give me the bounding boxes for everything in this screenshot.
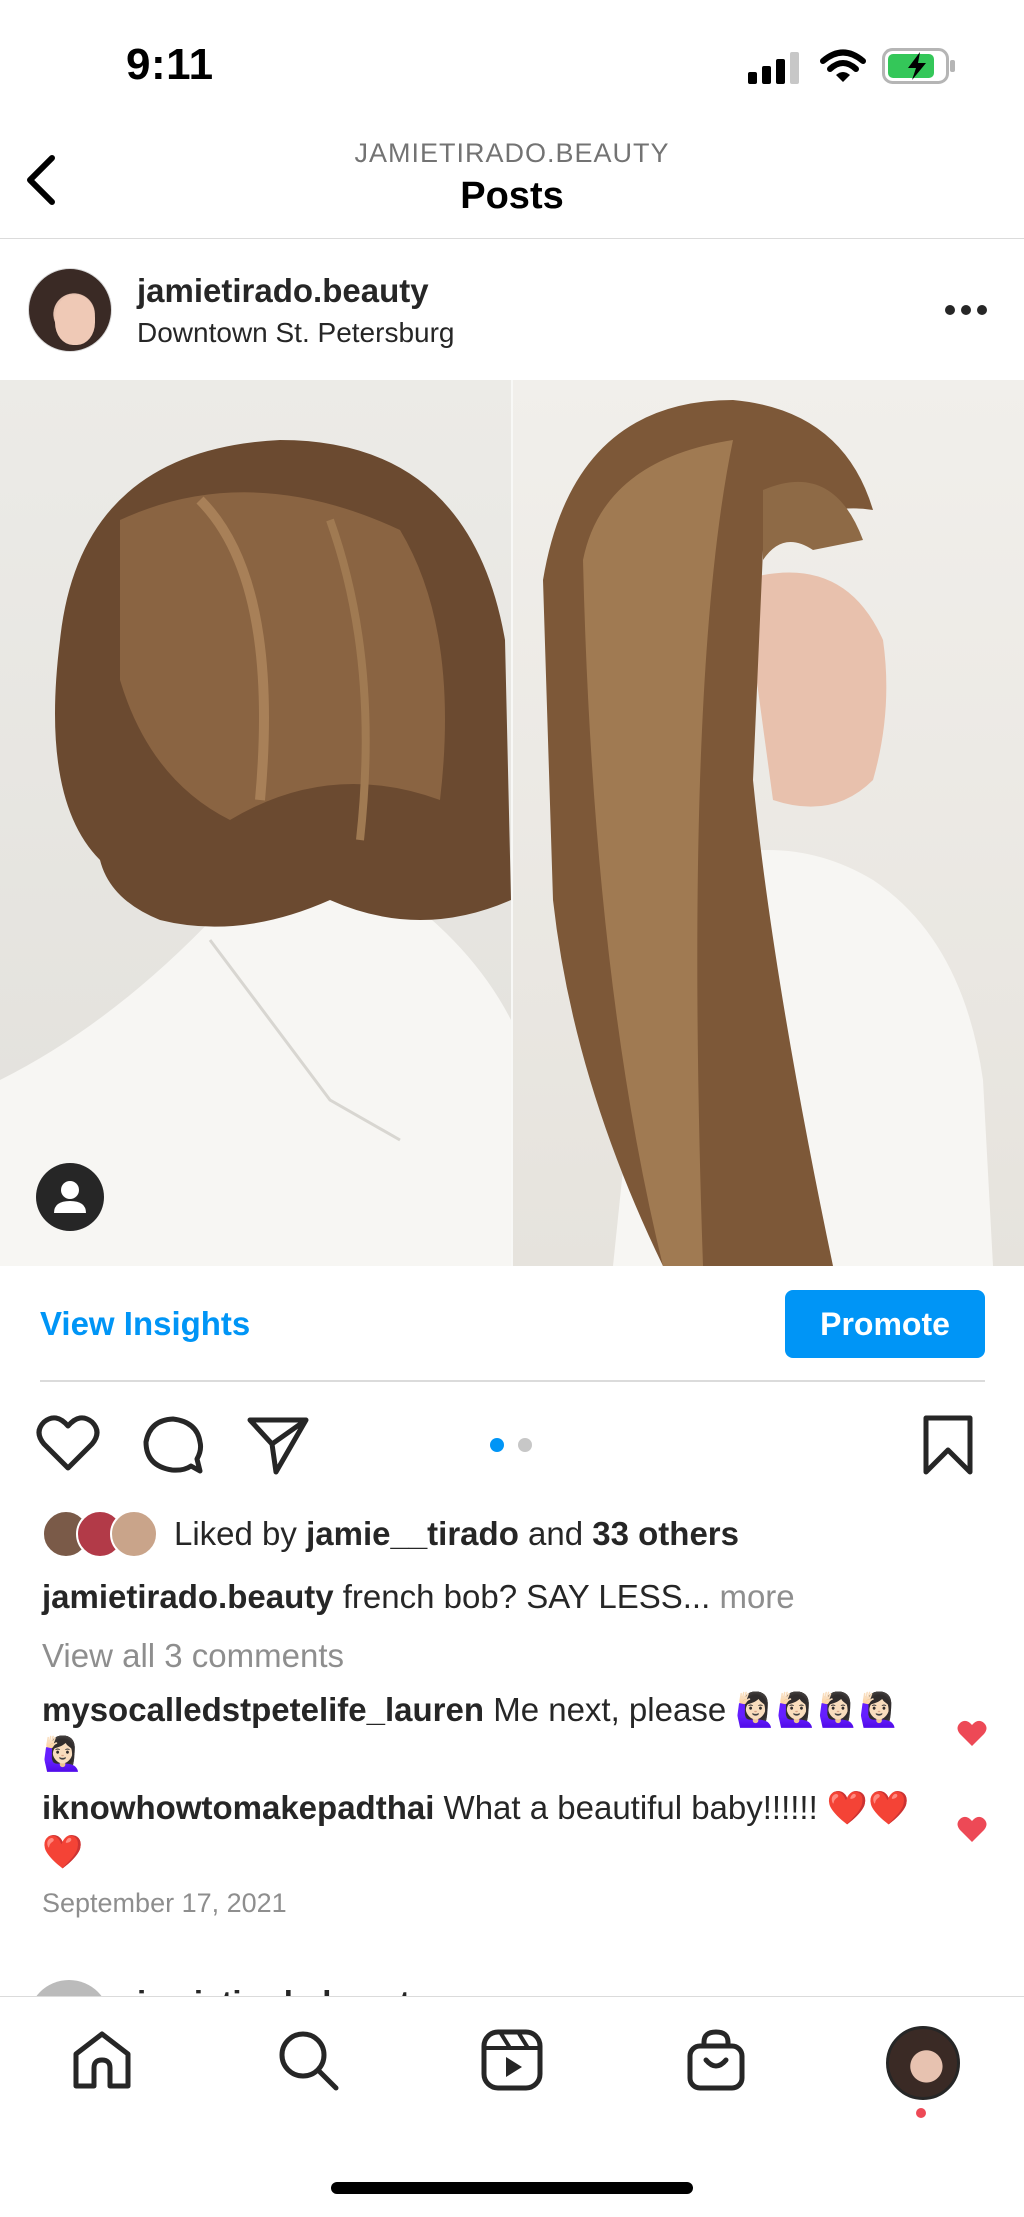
heart-icon[interactable] — [36, 1414, 100, 1472]
caption-username[interactable]: jamietirado.beauty — [42, 1578, 334, 1615]
home-icon[interactable] — [70, 2028, 134, 2092]
notification-dot — [916, 2108, 926, 2118]
comment-like-heart-icon[interactable] — [956, 1718, 988, 1748]
carousel-dot — [518, 1438, 532, 1452]
reels-icon[interactable] — [480, 2028, 544, 2092]
liker-avatars[interactable] — [42, 1510, 162, 1558]
post-location[interactable]: Downtown St. Petersburg — [137, 317, 455, 349]
comment-username[interactable]: mysocalledstpetelife_lauren — [42, 1691, 484, 1728]
comment-like-heart-icon[interactable] — [956, 1814, 988, 1844]
header-divider — [0, 238, 1024, 239]
comment-item: mysocalledstpetelife_lauren Me next, ple… — [42, 1688, 922, 1776]
avatar[interactable] — [28, 268, 112, 352]
page-title: Posts — [460, 175, 564, 217]
comment-item: iknowhowtomakepadthai What a beautiful b… — [42, 1786, 922, 1874]
post-date: September 17, 2021 — [42, 1888, 287, 1918]
post-image-after — [513, 380, 1024, 1266]
post-image-before — [0, 380, 511, 1266]
home-indicator — [331, 2182, 693, 2194]
insights-divider — [40, 1380, 985, 1382]
caption-more-link[interactable]: more — [710, 1578, 794, 1615]
post-image[interactable] — [0, 380, 1024, 1266]
more-icon[interactable] — [944, 303, 988, 317]
signal-icon — [748, 52, 799, 84]
view-insights-link[interactable]: View Insights — [40, 1305, 250, 1343]
likes-summary[interactable]: Liked by jamie__tirado and 33 others — [174, 1515, 739, 1553]
user-tag-icon[interactable] — [36, 1163, 104, 1231]
view-all-comments-link[interactable]: View all 3 comments — [42, 1637, 344, 1675]
carousel-dot-active — [490, 1438, 504, 1452]
bookmark-icon[interactable] — [922, 1414, 974, 1476]
caption: jamietirado.beauty french bob? SAY LESS.… — [42, 1578, 795, 1616]
header-account: JAMIETIRADO.BEAUTY — [354, 138, 670, 168]
likes-prefix: Liked by — [174, 1515, 307, 1552]
wifi-icon — [820, 49, 866, 82]
likes-others[interactable]: 33 others — [592, 1515, 739, 1552]
promote-button[interactable]: Promote — [785, 1290, 985, 1358]
comment-username[interactable]: iknowhowtomakepadthai — [42, 1789, 434, 1826]
search-icon[interactable] — [276, 2028, 340, 2092]
shop-icon[interactable] — [686, 2028, 746, 2092]
profile-tab-avatar[interactable] — [886, 2026, 960, 2100]
status-time: 9:11 — [126, 40, 214, 89]
battery-icon — [882, 48, 955, 84]
caption-text: french bob? SAY LESS... — [333, 1578, 711, 1615]
comment-icon[interactable] — [142, 1414, 204, 1476]
likes-and: and — [518, 1515, 593, 1552]
post-username[interactable]: jamietirado.beauty — [137, 272, 429, 310]
image-split-line — [511, 380, 513, 1266]
share-icon[interactable] — [246, 1414, 310, 1476]
liker-username[interactable]: jamie__tirado — [306, 1515, 519, 1552]
